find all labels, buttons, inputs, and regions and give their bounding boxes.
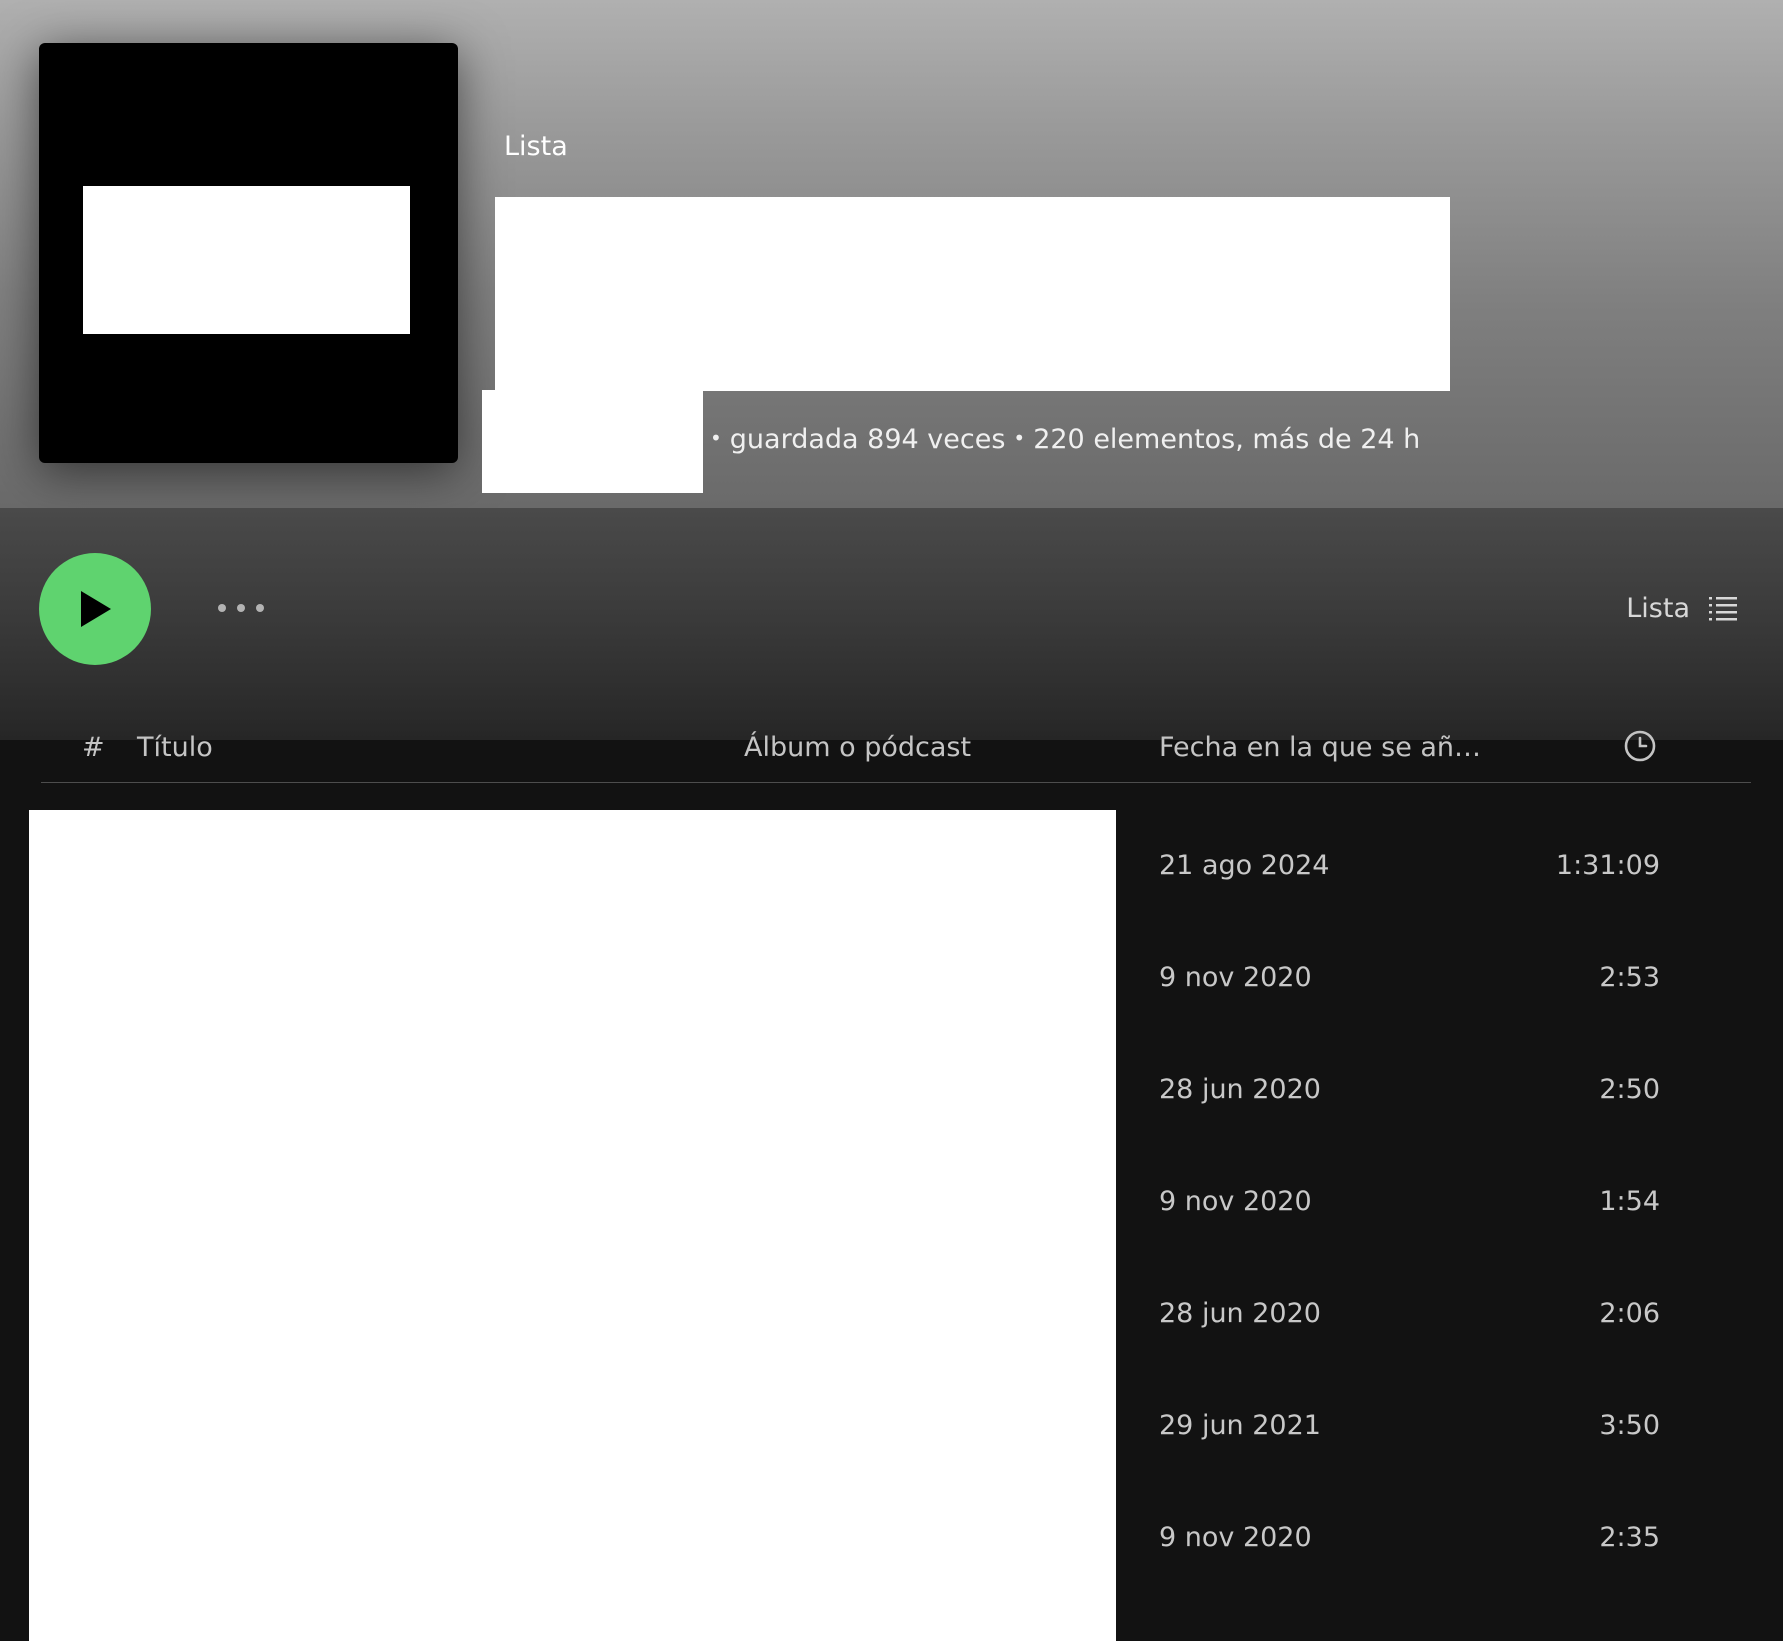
table-row[interactable]: 28 jun 2020 2:06	[1116, 1262, 1756, 1374]
table-row[interactable]: 28 jun 2020 2:50	[1116, 1038, 1756, 1150]
column-title[interactable]: Título	[137, 730, 213, 766]
row-duration: 1:31:09	[1555, 850, 1660, 881]
table-row[interactable]: 9 nov 2020 2:35	[1116, 1486, 1756, 1598]
row-duration: 2:53	[1599, 962, 1660, 993]
column-number[interactable]: #	[82, 730, 105, 766]
playlist-header: Lista • guardada 894 veces • 220 elementos,…	[0, 0, 1783, 508]
column-album[interactable]: Álbum o pódcast	[744, 730, 971, 766]
table-row[interactable]: 9 nov 2020 2:53	[1116, 926, 1756, 1038]
row-duration: 2:06	[1599, 1298, 1660, 1329]
row-date-added: 28 jun 2020	[1159, 1298, 1321, 1329]
row-date-added: 9 nov 2020	[1159, 1522, 1312, 1553]
row-date-added: 9 nov 2020	[1159, 1186, 1312, 1217]
row-date-added: 28 jun 2020	[1159, 1074, 1321, 1105]
table-row[interactable]: 29 jun 2021 3:50	[1116, 1374, 1756, 1486]
playlist-meta: • guardada 894 veces • 220 elementos, más d…	[702, 420, 1420, 461]
playlist-cover[interactable]	[39, 43, 458, 463]
playlist-items-duration: 220 elementos, más de 24 h	[1033, 424, 1421, 455]
play-button[interactable]	[39, 553, 151, 665]
row-date-added: 21 ago 2024	[1159, 850, 1330, 881]
playlist-type-label: Lista	[504, 131, 568, 162]
meta-separator: •	[1013, 426, 1026, 450]
meta-separator: •	[710, 426, 722, 450]
column-date-added[interactable]: Fecha en la que se añ…	[1159, 730, 1481, 766]
table-row[interactable]: 21 ago 2024 1:31:09	[1116, 814, 1756, 926]
clock-icon[interactable]	[1623, 729, 1657, 763]
tracklist-header: # Título Álbum o pódcast Fecha en la que…	[41, 722, 1751, 783]
view-toggle-button[interactable]: Lista	[1626, 590, 1738, 626]
row-date-added: 9 nov 2020	[1159, 962, 1312, 993]
view-toggle-label: Lista	[1626, 592, 1690, 624]
list-view-icon	[1709, 597, 1737, 621]
playlist-saves: guardada 894 veces	[729, 424, 1006, 455]
more-options-button[interactable]	[212, 590, 272, 626]
play-icon	[81, 591, 111, 627]
row-duration: 3:50	[1599, 1410, 1660, 1441]
row-duration: 1:54	[1599, 1186, 1660, 1217]
table-row[interactable]: 9 nov 2020 1:54	[1116, 1150, 1756, 1262]
cover-redacted-area	[83, 186, 410, 334]
playlist-title-redacted	[495, 197, 1450, 391]
tracklist-redacted-area	[29, 810, 1116, 1641]
playlist-owner-redacted[interactable]	[482, 390, 703, 493]
row-date-added: 29 jun 2021	[1159, 1410, 1321, 1441]
row-duration: 2:50	[1599, 1074, 1660, 1105]
row-duration: 2:35	[1599, 1522, 1660, 1553]
